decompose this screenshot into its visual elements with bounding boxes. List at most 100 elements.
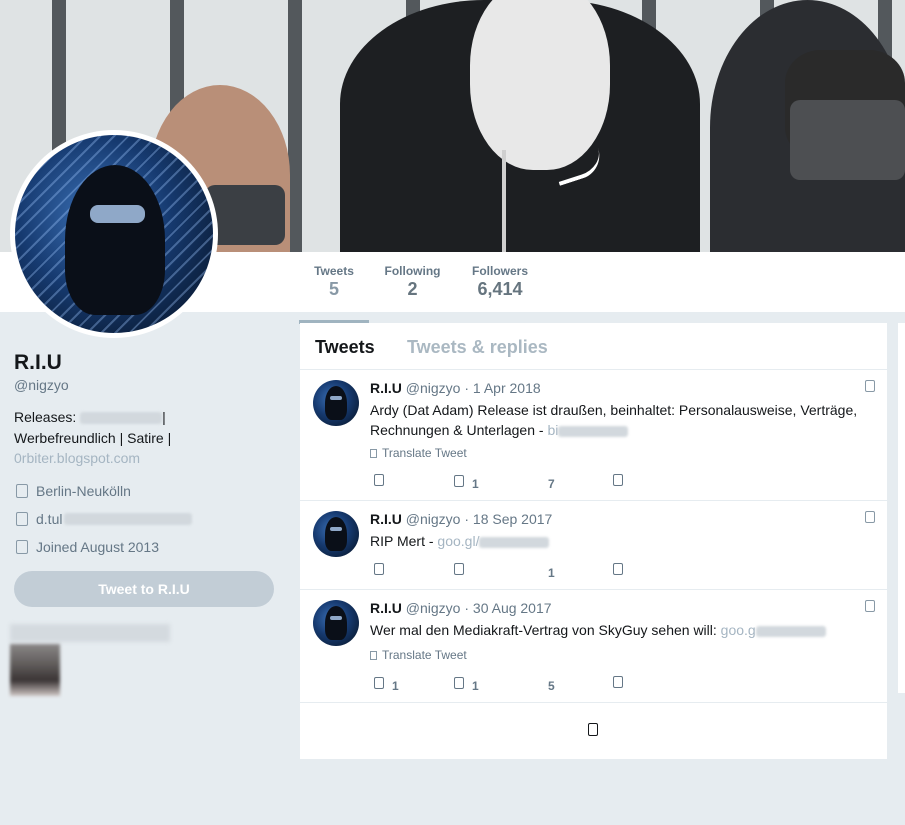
tweet-body: RIP Mert -: [370, 533, 438, 549]
blurred-avatar[interactable]: [10, 644, 60, 696]
timeline-end: [300, 703, 887, 759]
translate-tweet[interactable]: Translate Tweet: [370, 648, 467, 662]
envelope-icon: [613, 676, 623, 688]
profile-handle[interactable]: @nigzyo: [14, 377, 69, 393]
bio-prefix: Releases:: [14, 409, 81, 425]
tab-tweets[interactable]: Tweets: [315, 337, 375, 358]
tweet-author-handle[interactable]: @nigzyo: [406, 511, 461, 527]
reply-icon: [374, 677, 384, 689]
blurred-text: [80, 412, 163, 425]
bio-line2: Werbefreundlich | Satire |: [14, 430, 172, 446]
reply-button[interactable]: [374, 474, 392, 486]
tweet-text: Wer mal den Mediakraft-Vertrag von SkyGu…: [370, 620, 870, 640]
loading-icon: [588, 723, 598, 736]
tweet-avatar[interactable]: [313, 511, 359, 557]
chevron-down-icon[interactable]: [865, 600, 875, 612]
translate-tweet[interactable]: Translate Tweet: [370, 446, 467, 460]
tweet-actions: 1: [370, 563, 670, 580]
avatar-image: [15, 135, 213, 333]
translate-label: Translate Tweet: [382, 446, 467, 460]
tweet-item[interactable]: R.I.U @nigzyo · 1 Apr 2018 Ardy (Dat Ada…: [300, 370, 887, 501]
tweet-actions: 1 7: [370, 474, 670, 491]
reply-button[interactable]: 1: [374, 676, 399, 693]
nav-followers[interactable]: Followers 6,414: [472, 264, 528, 300]
nav-followers-label: Followers: [472, 264, 529, 278]
tweet-item[interactable]: R.I.U @nigzyo · 18 Sep 2017 RIP Mert - g…: [300, 501, 887, 590]
tweet-header: R.I.U @nigzyo · 30 Aug 2017: [370, 600, 552, 616]
retweet-count: 1: [472, 679, 479, 693]
nav-tweets-count: 5: [328, 279, 339, 299]
retweet-icon: [454, 563, 464, 575]
tweet-date[interactable]: · 18 Sep 2017: [464, 511, 552, 527]
tweet-header: R.I.U @nigzyo · 18 Sep 2017: [370, 511, 552, 527]
like-button[interactable]: 5: [534, 676, 555, 693]
website-text[interactable]: d.tul: [36, 511, 62, 527]
tab-tweets-replies[interactable]: Tweets & replies: [407, 337, 548, 358]
tweet-link[interactable]: goo.g: [721, 622, 756, 638]
tweet-author-name[interactable]: R.I.U: [370, 511, 402, 527]
tweet-to-button[interactable]: Tweet to R.I.U: [14, 571, 274, 607]
bio-link[interactable]: 0rbiter.blogspot.com: [14, 450, 140, 466]
retweet-count: 1: [472, 477, 479, 491]
tweet-header: R.I.U @nigzyo · 1 Apr 2018: [370, 380, 541, 396]
message-button[interactable]: [613, 474, 631, 486]
like-button[interactable]: 1: [534, 563, 555, 580]
retweet-icon: [454, 475, 464, 487]
tweet-body: Wer mal den Mediakraft-Vertrag von SkyGu…: [370, 622, 721, 638]
message-button[interactable]: [613, 676, 631, 688]
profile-bio: Releases: | Werbefreundlich | Satire |: [14, 407, 274, 449]
tweet-link[interactable]: goo.gl/: [437, 533, 479, 549]
chevron-down-icon[interactable]: [865, 380, 875, 392]
reply-button[interactable]: [374, 563, 392, 575]
blurred-text: [64, 513, 193, 525]
retweet-button[interactable]: 1: [454, 474, 479, 491]
nav-following-label: Following: [384, 264, 441, 278]
nav-tweets[interactable]: Tweets 5: [299, 264, 369, 324]
nav-following[interactable]: Following 2: [384, 264, 441, 300]
chevron-down-icon[interactable]: [865, 511, 875, 523]
tweet-avatar[interactable]: [313, 600, 359, 646]
like-count: 7: [548, 477, 555, 491]
envelope-icon: [613, 563, 623, 575]
globe-icon: [370, 650, 377, 660]
profile-avatar[interactable]: [10, 130, 218, 338]
blurred-text: [755, 625, 826, 637]
map-pin-icon: [16, 484, 28, 498]
tweet-text: RIP Mert - goo.gl/: [370, 531, 870, 551]
tweet-author-name[interactable]: R.I.U: [370, 380, 402, 396]
tweet-author-name[interactable]: R.I.U: [370, 600, 402, 616]
blurred-text: [558, 425, 629, 437]
reply-icon: [374, 474, 384, 486]
message-button[interactable]: [613, 563, 631, 575]
like-count: 5: [548, 679, 555, 693]
tweet-author-handle[interactable]: @nigzyo: [406, 600, 461, 616]
globe-icon: [370, 448, 377, 458]
envelope-icon: [613, 474, 623, 486]
blurred-text: [479, 536, 550, 548]
nav-tweets-label: Tweets: [314, 264, 354, 278]
timeline: Tweets Tweets & replies R.I.U @nigzyo · …: [300, 323, 887, 759]
retweet-button[interactable]: 1: [454, 676, 479, 693]
joined-text: Joined August 2013: [36, 539, 159, 555]
right-sidebar-edge: [898, 323, 905, 693]
tweet-item[interactable]: R.I.U @nigzyo · 30 Aug 2017 Wer mal den …: [300, 590, 887, 703]
timeline-tabs: Tweets Tweets & replies: [300, 323, 887, 370]
nav-following-count: 2: [407, 279, 418, 299]
tweet-date[interactable]: · 1 Apr 2018: [464, 380, 540, 396]
tweet-author-handle[interactable]: @nigzyo: [406, 380, 461, 396]
blurred-region: [10, 624, 170, 642]
tweet-avatar[interactable]: [313, 380, 359, 426]
profile-name[interactable]: R.I.U: [14, 351, 62, 375]
tweet-link[interactable]: bi: [547, 422, 558, 438]
banner-person-right: [710, 0, 905, 252]
profile-website: d.tul: [16, 511, 193, 527]
profile-joined: Joined August 2013: [16, 539, 159, 555]
tweet-date[interactable]: · 30 Aug 2017: [464, 600, 551, 616]
retweet-button[interactable]: [454, 563, 472, 575]
location-text[interactable]: Berlin-Neukölln: [36, 483, 131, 499]
like-button[interactable]: 7: [534, 474, 555, 491]
tweet-actions: 1 1 5: [370, 676, 670, 693]
reply-icon: [374, 563, 384, 575]
translate-label: Translate Tweet: [382, 648, 467, 662]
banner-person-center: [340, 0, 700, 252]
